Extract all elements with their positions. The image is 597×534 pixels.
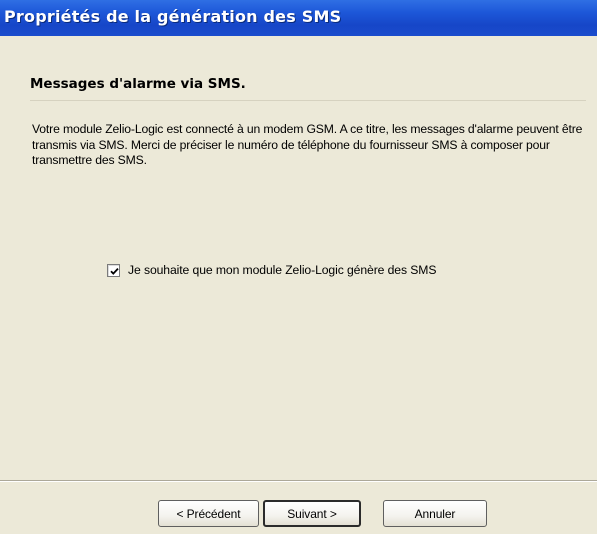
generate-sms-checkbox[interactable]	[107, 263, 120, 277]
sms-properties-dialog: Propriétés de la génération des SMS Mess…	[0, 0, 597, 534]
title-bar[interactable]: Propriétés de la génération des SMS	[0, 0, 597, 36]
checkmark-icon	[110, 267, 119, 275]
window-title: Propriétés de la génération des SMS	[4, 7, 342, 26]
description-text: Votre module Zelio-Logic est connecté à …	[32, 122, 583, 167]
section-title: Messages d'alarme via SMS.	[30, 76, 246, 92]
header-panel: Messages d'alarme via SMS.	[16, 60, 586, 104]
generate-sms-option[interactable]: Je souhaite que mon module Zelio-Logic g…	[107, 262, 436, 278]
generate-sms-label[interactable]: Je souhaite que mon module Zelio-Logic g…	[128, 263, 436, 277]
previous-button[interactable]: < Précédent	[158, 500, 259, 527]
footer-divider-highlight	[0, 481, 597, 482]
cancel-button[interactable]: Annuler	[383, 500, 487, 527]
header-divider	[30, 100, 586, 101]
next-button[interactable]: Suivant >	[263, 500, 361, 527]
